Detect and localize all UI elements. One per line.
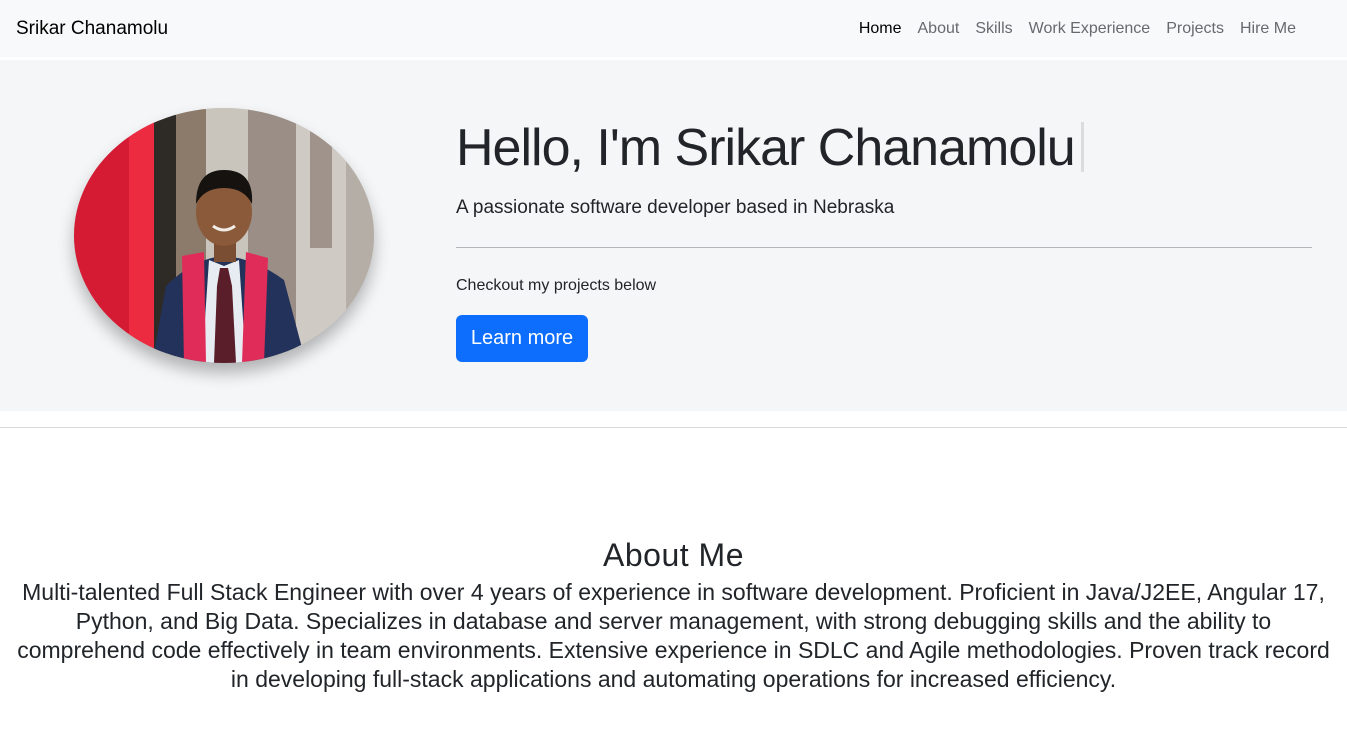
about-section: About Me Multi-talented Full Stack Engin… xyxy=(0,534,1347,694)
hero-note: Checkout my projects below xyxy=(456,277,657,294)
profile-photo xyxy=(74,108,374,363)
learn-more-button[interactable]: Learn more xyxy=(456,315,588,362)
nav-link-projects[interactable]: Projects xyxy=(1158,20,1232,38)
nav-link-hire-me[interactable]: Hire Me xyxy=(1232,20,1304,38)
hero-subtitle: A passionate software developer based in… xyxy=(456,197,895,218)
hero-divider xyxy=(456,247,1312,248)
hero-section: Hello, I'm Srikar Chanamolu A passionate… xyxy=(0,60,1347,411)
about-title: About Me xyxy=(603,537,744,573)
hero-title-text: Hello, I'm Srikar Chanamolu xyxy=(456,119,1076,177)
section-divider xyxy=(0,427,1347,428)
nav-link-home[interactable]: Home xyxy=(851,20,910,38)
brand-link[interactable]: Srikar Chanamolu xyxy=(16,18,168,40)
typing-cursor xyxy=(1080,122,1084,172)
nav-link-work-experience[interactable]: Work Experience xyxy=(1021,20,1159,38)
nav-links: Home About Skills Work Experience Projec… xyxy=(851,20,1304,38)
hero-text: Hello, I'm Srikar Chanamolu A passionate… xyxy=(456,118,1312,362)
nav-link-about[interactable]: About xyxy=(910,20,968,38)
nav-link-skills[interactable]: Skills xyxy=(967,20,1020,38)
about-text: Multi-talented Full Stack Engineer with … xyxy=(17,579,1330,692)
navbar: Srikar Chanamolu Home About Skills Work … xyxy=(0,0,1347,57)
hero-title: Hello, I'm Srikar Chanamolu xyxy=(456,118,1312,178)
